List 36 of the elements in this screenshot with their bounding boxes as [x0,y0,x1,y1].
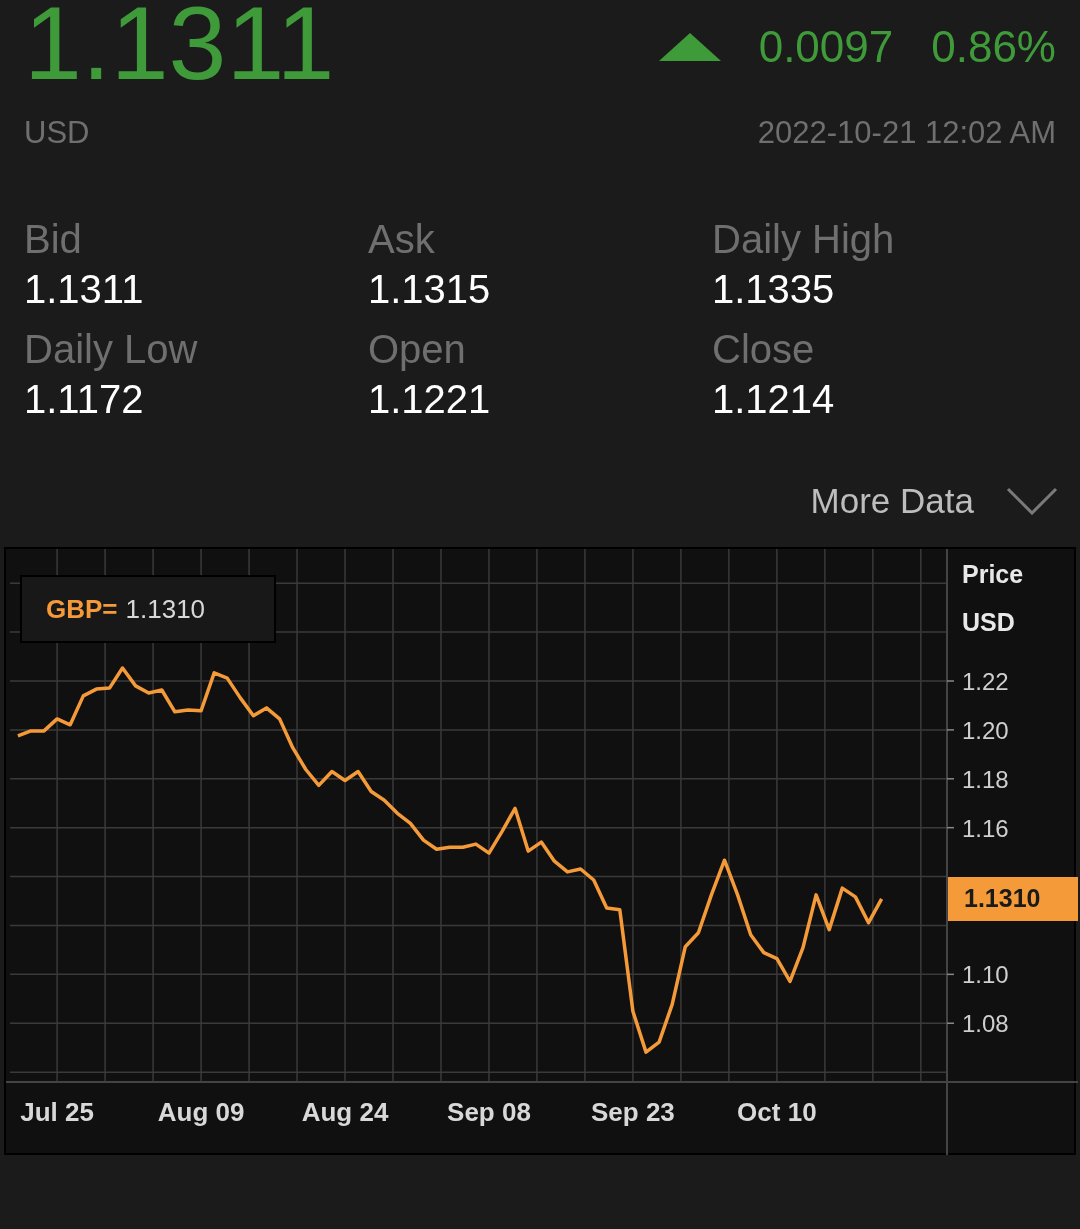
stat-label: Close [712,325,816,373]
stat-value: 1.1214 [712,375,836,423]
axis-unit: USD [962,608,1015,637]
x-axis-label: Sep 23 [591,1097,675,1128]
y-axis-label: 1.08 [962,1010,1009,1038]
legend-symbol: GBP= [46,592,118,626]
last-price-badge: 1.1310 [948,877,1078,922]
more-data-button[interactable]: More Data [810,474,1058,528]
quote-timestamp: 2022-10-21 12:02 AM [757,114,1056,153]
x-axis-label: Aug 24 [301,1097,389,1128]
y-axis-label: 1.10 [962,961,1009,989]
stat-label: Ask [368,215,436,263]
y-axis-label: 1.16 [962,815,1009,843]
stat-value: 1.1335 [712,265,836,313]
stat-value: 1.1315 [368,265,492,313]
x-axis-label: Sep 08 [447,1097,531,1128]
stat-label: Daily High [712,215,896,263]
stat-value: 1.1311 [24,265,145,313]
stat-label: Bid [24,215,83,263]
y-axis-label: 1.18 [962,766,1009,794]
currency-label: USD [24,114,90,153]
y-axis-label: 1.22 [962,668,1009,696]
change-value: 0.0097 [758,21,894,73]
x-axis-label: Oct 10 [737,1097,817,1128]
chevron-icon [1006,487,1058,516]
stat-label: Daily Low [24,325,199,373]
change-percent: 0.86% [931,21,1056,73]
x-axis-label: Jul 25 [20,1097,94,1128]
legend-value: 1.1310 [125,592,206,626]
stat-value: 1.1221 [368,375,492,423]
stat-value: 1.1172 [24,375,145,423]
y-axis-label: 1.20 [962,717,1009,745]
price-value: 1.1311 [24,0,335,101]
stat-label: Open [368,325,467,373]
x-axis-label: Aug 09 [157,1097,245,1128]
axis-title: Price [962,560,1024,589]
